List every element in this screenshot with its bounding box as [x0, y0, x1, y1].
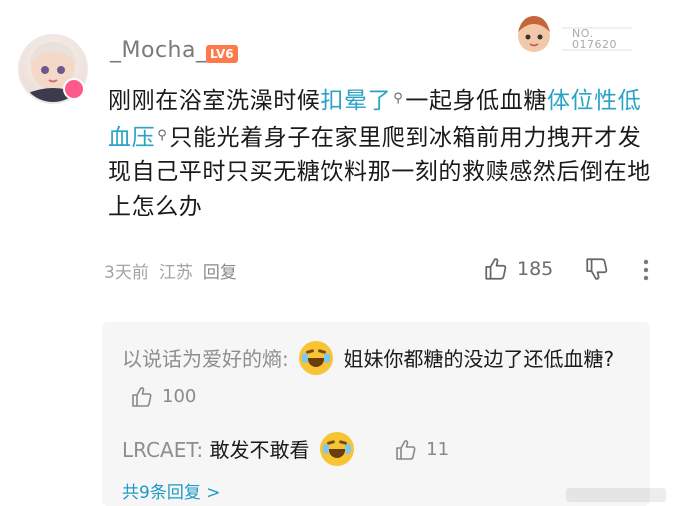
thumbs-up-icon	[132, 387, 152, 407]
comment-text-part: 只能光着身子在家里爬到冰箱前用力拽开才发现自己平时只买无糖饮料那一刻的救赎感然后…	[108, 124, 651, 220]
reply-like-count: 100	[162, 386, 197, 407]
like-count: 185	[517, 258, 554, 280]
fan-badge-number: NO. 017620	[572, 28, 617, 50]
comment-meta: 3天前 江苏 回复	[104, 258, 247, 283]
keyword-link[interactable]: 扣晕了	[320, 88, 391, 114]
comment-location: 江苏	[158, 263, 193, 283]
reply-text: 姐妹你都糖的没边了还低血糖?	[343, 347, 615, 371]
reply-like-button[interactable]: 11	[394, 432, 449, 468]
comment-text-part: 一起身低血糖	[405, 88, 547, 114]
reply-username[interactable]: LRCAET:	[122, 438, 203, 462]
thumbs-up-icon	[485, 258, 507, 280]
comment-time: 3天前	[104, 263, 149, 283]
more-options-icon[interactable]	[641, 257, 651, 283]
reply-like-count: 11	[426, 439, 450, 460]
reply-button[interactable]: 回复	[203, 263, 237, 283]
laughing-crying-emoji-icon	[299, 341, 334, 375]
comment-username[interactable]: _Mocha_	[110, 38, 207, 63]
user-level-badge: LV6	[206, 45, 238, 63]
thumbs-up-icon	[396, 440, 416, 460]
reply-item[interactable]: LRCAET: 敢发不敢看 11	[122, 432, 449, 468]
fan-badge-digits: 017620	[572, 38, 617, 51]
reply-username[interactable]: 以说话为爱好的熵:	[122, 347, 289, 371]
reply-item[interactable]: 以说话为爱好的熵: 姐妹你都糖的没边了还低血糖? 100	[122, 340, 652, 416]
search-icon[interactable]: ⚲	[393, 91, 403, 106]
thumbs-down-icon[interactable]	[584, 256, 610, 282]
like-button[interactable]: 185	[483, 256, 553, 282]
watermark	[566, 488, 666, 502]
comment-text: 刚刚在浴室洗澡时候扣晕了 ⚲一起身低血糖体位性低血压 ⚲只能光着身子在家里爬到冰箱前…	[108, 82, 653, 224]
search-icon[interactable]: ⚲	[157, 128, 167, 143]
reply-like-button[interactable]: 100	[130, 378, 196, 416]
reply-text: 敢发不敢看	[209, 438, 310, 462]
laughing-crying-emoji-icon	[319, 432, 354, 466]
avatar-badge	[63, 78, 85, 100]
comment-text-part: 刚刚在浴室洗澡时候	[108, 88, 321, 114]
view-more-replies-link[interactable]: 共9条回复 >	[122, 478, 220, 503]
